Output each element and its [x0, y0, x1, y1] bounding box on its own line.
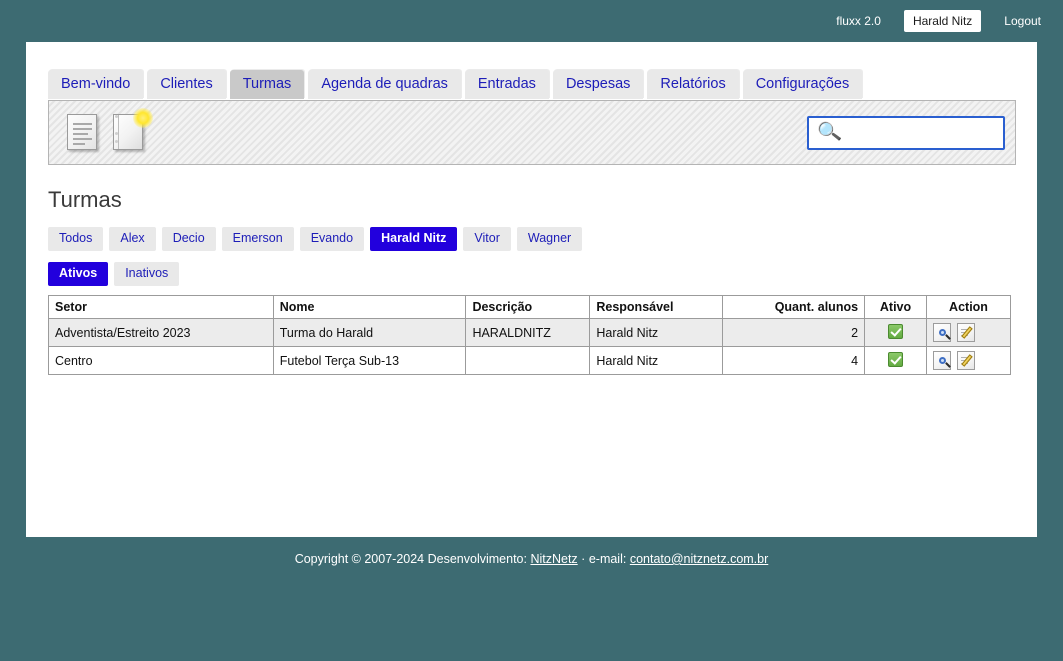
table-row[interactable]: Adventista/Estreito 2023 Turma do Harald…	[48, 318, 1011, 347]
page-title: Turmas	[48, 187, 122, 212]
search-box[interactable]: 🔍	[807, 115, 1005, 150]
filter-pill-wagner[interactable]: Wagner	[516, 227, 583, 251]
edit-icon[interactable]	[957, 351, 975, 370]
row-action-group	[933, 323, 1004, 342]
top-utility-bar: fluxx 2.0 Harald Nitz Logout	[0, 0, 1063, 42]
cell-descricao: HARALDNITZ	[465, 318, 591, 347]
column-header-ativo[interactable]: Ativo	[864, 295, 927, 319]
cell-descricao	[465, 346, 591, 375]
filter-pill-vitor[interactable]: Vitor	[463, 227, 511, 251]
filter-pill-emerson[interactable]: Emerson	[221, 227, 294, 251]
cell-responsavel: Harald Nitz	[589, 346, 724, 375]
search-input[interactable]	[846, 123, 997, 142]
active-check-icon	[888, 351, 904, 367]
brand-label: fluxx 2.0	[836, 14, 881, 28]
cell-quant-alunos: 2	[722, 318, 866, 347]
cell-setor: Centro	[48, 346, 274, 375]
filter-pill-evando[interactable]: Evando	[299, 227, 365, 251]
cell-quant-alunos: 4	[722, 346, 866, 375]
main-content-card: Bem-vindo Clientes Turmas Agenda de quad…	[26, 42, 1037, 537]
view-icon[interactable]	[933, 351, 951, 370]
footer-developer-link[interactable]: NitzNetz	[530, 552, 577, 566]
filter-pill-harald-nitz[interactable]: Harald Nitz	[370, 227, 458, 251]
footer-email-label: e-mail:	[588, 552, 627, 566]
filter-pill-inativos[interactable]: Inativos	[114, 262, 180, 286]
turmas-table: Setor Nome Descrição Responsável Quant. …	[48, 295, 1011, 375]
tab-configuracoes[interactable]: Configurações	[742, 70, 863, 99]
current-user-badge[interactable]: Harald Nitz	[903, 10, 982, 32]
column-header-action[interactable]: Action	[926, 295, 1011, 319]
filter-pill-todos[interactable]: Todos	[48, 227, 104, 251]
table-body: Adventista/Estreito 2023 Turma do Harald…	[48, 318, 1011, 375]
view-icon[interactable]	[933, 323, 951, 342]
tab-relatorios[interactable]: Relatórios	[647, 70, 739, 99]
active-check-icon	[888, 323, 904, 339]
filter-pill-ativos[interactable]: Ativos	[48, 262, 109, 286]
cell-action	[926, 346, 1011, 375]
table-row[interactable]: Centro Futebol Terça Sub-13 Harald Nitz …	[48, 346, 1011, 375]
page-footer: Copyright © 2007-2024 Desenvolvimento: N…	[0, 552, 1063, 566]
filter-status-row: Ativos Inativos	[48, 262, 180, 286]
footer-email-link[interactable]: contato@nitznetz.com.br	[630, 552, 768, 566]
filter-pill-alex[interactable]: Alex	[109, 227, 156, 251]
search-icon: 🔍	[816, 120, 844, 145]
document-list-glyph	[67, 113, 97, 150]
main-nav-tabs: Bem-vindo Clientes Turmas Agenda de quad…	[48, 70, 866, 99]
footer-copyright-text: Copyright © 2007-2024 Desenvolvimento:	[294, 552, 527, 566]
filter-pill-decio[interactable]: Decio	[161, 227, 216, 251]
tab-entradas[interactable]: Entradas	[464, 70, 549, 99]
cell-nome: Futebol Terça Sub-13	[272, 346, 467, 375]
column-header-setor[interactable]: Setor	[48, 295, 274, 319]
cell-setor: Adventista/Estreito 2023	[48, 318, 274, 347]
cell-ativo	[864, 318, 927, 347]
tab-bem-vindo[interactable]: Bem-vindo	[48, 70, 144, 99]
cell-nome: Turma do Harald	[272, 318, 467, 347]
column-header-responsavel[interactable]: Responsável	[589, 295, 724, 319]
row-action-group	[933, 351, 1004, 370]
column-header-quant-alunos[interactable]: Quant. alunos	[722, 295, 866, 319]
tab-turmas[interactable]: Turmas	[229, 70, 305, 99]
tab-clientes[interactable]: Clientes	[147, 70, 226, 99]
filter-people-row: Todos Alex Decio Emerson Evando Harald N…	[48, 227, 583, 251]
cell-ativo	[864, 346, 927, 375]
tab-despesas[interactable]: Despesas	[552, 70, 644, 99]
cell-responsavel: Harald Nitz	[589, 318, 724, 347]
toolbar-icon-group	[67, 107, 153, 152]
table-header: Setor Nome Descrição Responsável Quant. …	[48, 295, 1011, 319]
table-header-row: Setor Nome Descrição Responsável Quant. …	[48, 295, 1011, 319]
new-document-icon[interactable]	[113, 107, 153, 152]
tab-agenda-de-quadras[interactable]: Agenda de quadras	[308, 70, 461, 99]
column-header-descricao[interactable]: Descrição	[465, 295, 591, 319]
document-list-icon[interactable]	[67, 113, 101, 152]
edit-icon[interactable]	[957, 323, 975, 342]
new-badge-glow-icon	[133, 107, 153, 128]
column-header-nome[interactable]: Nome	[272, 295, 467, 319]
logout-link[interactable]: Logout	[995, 10, 1041, 32]
footer-separator: ·	[581, 552, 586, 566]
action-toolbar: 🔍	[48, 100, 1016, 165]
cell-action	[926, 318, 1011, 347]
